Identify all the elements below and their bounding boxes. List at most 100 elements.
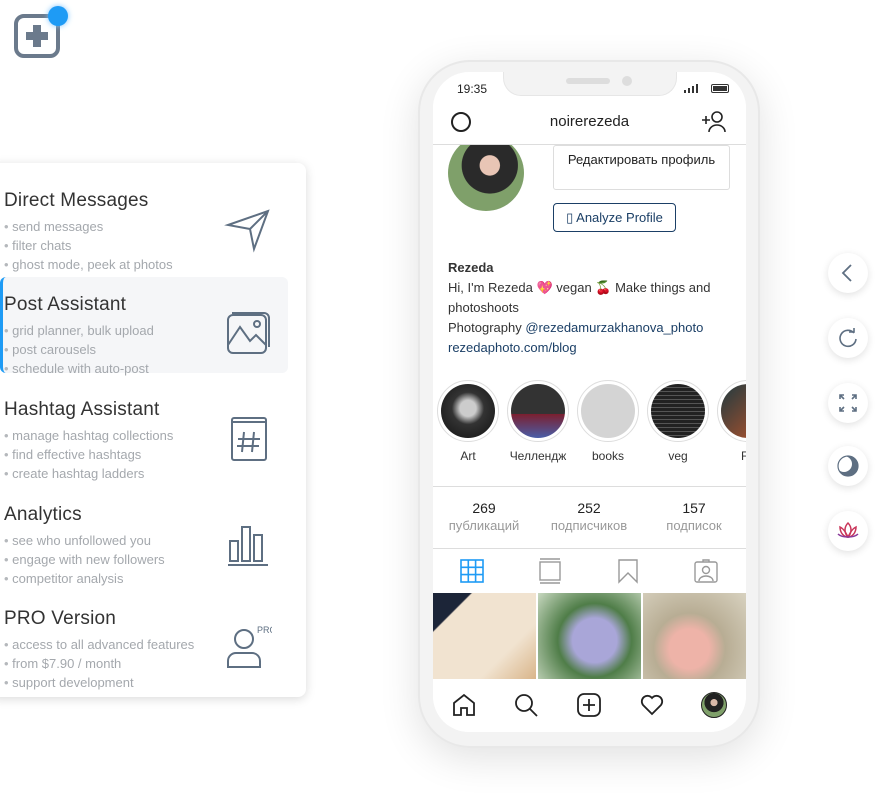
photo-post[interactable] bbox=[643, 593, 746, 679]
profile-bio: Rezeda Hi, I'm Rezeda 💖 vegan 🍒 Make thi… bbox=[448, 258, 743, 358]
highlight-label: Fo bbox=[740, 449, 746, 463]
lotus-button[interactable] bbox=[828, 511, 868, 551]
signal-icon bbox=[684, 84, 698, 93]
menu-item-title: Post Assistant bbox=[4, 294, 127, 315]
bullet: post carousels bbox=[4, 340, 154, 359]
bullet: send messages bbox=[4, 217, 173, 236]
plus-icon-bar bbox=[26, 32, 48, 40]
instagram-profile-screen: 19:35 noirerezeda Редактировать профиль … bbox=[433, 72, 746, 732]
bullet: schedule with auto-post bbox=[4, 359, 154, 378]
bio-text: Hi, I'm Rezeda 💖 vegan 🍒 Make things and… bbox=[448, 280, 711, 315]
divider bbox=[433, 548, 746, 549]
highlight-challenge[interactable]: Челлендж bbox=[506, 380, 570, 463]
bullet: competitor analysis bbox=[4, 569, 165, 588]
back-icon bbox=[841, 264, 852, 282]
stat-label: подписчиков bbox=[550, 518, 628, 533]
stat-label: публикаций bbox=[448, 518, 520, 533]
profile-avatar[interactable] bbox=[448, 135, 524, 211]
analyze-profile-button[interactable]: ▯ Analyze Profile bbox=[553, 203, 676, 232]
back-button[interactable] bbox=[828, 253, 868, 293]
bullet: manage hashtag collections bbox=[4, 426, 173, 445]
dark-mode-icon bbox=[837, 455, 859, 477]
battery-icon bbox=[711, 84, 729, 93]
highlight-art[interactable]: Art bbox=[436, 380, 500, 463]
bullet: ghost mode, peek at photos bbox=[4, 255, 172, 274]
stat-posts[interactable]: 269 публикаций bbox=[434, 500, 534, 533]
menu-item-pro-version[interactable]: PRO Version access to all advanced featu… bbox=[0, 591, 288, 690]
fullscreen-icon bbox=[839, 394, 857, 412]
highlight-label: Челлендж bbox=[509, 449, 567, 463]
menu-item-post-assistant[interactable]: Post Assistant grid planner, bulk upload… bbox=[0, 277, 288, 376]
bullet: grid planner, bulk upload bbox=[4, 321, 154, 340]
images-icon bbox=[227, 312, 270, 354]
menu-item-title: Hashtag Assistant bbox=[4, 399, 160, 420]
highlight-label: books bbox=[591, 449, 625, 463]
website-link[interactable]: rezedaphoto.com/blog bbox=[448, 340, 577, 355]
bullet: access to all advanced features bbox=[4, 635, 194, 654]
photo-post[interactable] bbox=[433, 593, 536, 679]
phone-mockup: 19:35 noirerezeda Редактировать профиль … bbox=[418, 60, 760, 748]
stat-following[interactable]: 157 подписок bbox=[644, 500, 744, 533]
bullet: create hashtag ladders bbox=[4, 464, 173, 483]
highlight-veg[interactable]: veg bbox=[646, 380, 710, 463]
menu-item-title: Direct Messages bbox=[4, 190, 149, 211]
feed-tab-icon[interactable] bbox=[537, 558, 563, 584]
notification-dot bbox=[48, 6, 68, 26]
camera bbox=[622, 76, 632, 86]
lotus-icon bbox=[837, 521, 859, 539]
bullet: engage with new followers bbox=[4, 550, 164, 569]
stat-label: подписок bbox=[666, 518, 722, 533]
mention-link[interactable]: @rezedamurzakhanova_photo bbox=[525, 320, 703, 335]
stat-value: 269 bbox=[472, 500, 496, 516]
highlight-label: Art bbox=[460, 449, 476, 463]
bar-chart-icon bbox=[228, 526, 268, 566]
bottom-nav bbox=[433, 679, 746, 732]
home-icon[interactable] bbox=[451, 692, 477, 718]
menu-item-direct-messages[interactable]: Direct Messages send messagesfilter chat… bbox=[0, 173, 288, 272]
bullet: find effective hashtags bbox=[4, 445, 173, 464]
feature-menu: Direct Messages send messagesfilter chat… bbox=[0, 163, 306, 697]
menu-item-title: PRO Version bbox=[4, 608, 117, 629]
status-time: 19:35 bbox=[457, 82, 488, 96]
edit-profile-button[interactable]: Редактировать профиль bbox=[553, 145, 730, 190]
pro-user-icon: PRO bbox=[227, 625, 272, 668]
divider bbox=[433, 486, 746, 487]
grid-tab-icon[interactable] bbox=[459, 558, 485, 584]
bio-text: Photography bbox=[448, 320, 526, 335]
speaker bbox=[566, 78, 610, 84]
highlight-fo[interactable]: Fo bbox=[716, 380, 746, 463]
profile-header: noirerezeda bbox=[433, 100, 746, 145]
stat-followers[interactable]: 252 подписчиков bbox=[539, 500, 639, 533]
highlight-books[interactable]: books bbox=[576, 380, 640, 463]
notch bbox=[503, 72, 677, 96]
fullscreen-button[interactable] bbox=[828, 383, 868, 423]
story-highlights: Art Челлендж books veg Fo bbox=[433, 380, 746, 470]
reload-icon bbox=[839, 328, 857, 348]
menu-item-hashtag-assistant[interactable]: Hashtag Assistant manage hashtag collect… bbox=[0, 382, 288, 481]
stat-value: 252 bbox=[577, 500, 601, 516]
dark-mode-button[interactable] bbox=[828, 446, 868, 486]
bullet: from $7.90 / month bbox=[4, 654, 194, 673]
highlight-label: veg bbox=[668, 449, 688, 463]
display-name: Rezeda bbox=[448, 260, 494, 275]
photo-grid bbox=[433, 593, 746, 679]
hashtag-book-icon bbox=[231, 417, 267, 461]
tagged-tab-icon[interactable] bbox=[693, 558, 719, 584]
search-icon[interactable] bbox=[513, 692, 539, 718]
profile-nav-avatar[interactable] bbox=[701, 692, 727, 718]
stat-value: 157 bbox=[682, 500, 706, 516]
paper-plane-icon bbox=[224, 209, 270, 253]
bullet: see who unfollowed you bbox=[4, 531, 165, 550]
bullet: filter chats bbox=[4, 236, 173, 255]
reload-button[interactable] bbox=[828, 318, 868, 358]
menu-item-analytics[interactable]: Analytics see who unfollowed youengage w… bbox=[0, 487, 288, 586]
photo-post[interactable] bbox=[538, 593, 641, 679]
add-user-icon[interactable] bbox=[700, 110, 726, 134]
app-logo[interactable] bbox=[14, 6, 68, 58]
saved-tab-icon[interactable] bbox=[615, 558, 641, 584]
heart-icon[interactable] bbox=[639, 692, 665, 718]
menu-item-title: Analytics bbox=[4, 504, 82, 525]
new-post-icon[interactable] bbox=[576, 692, 602, 718]
pro-badge: PRO bbox=[257, 625, 272, 635]
bullet: support development bbox=[4, 673, 194, 692]
